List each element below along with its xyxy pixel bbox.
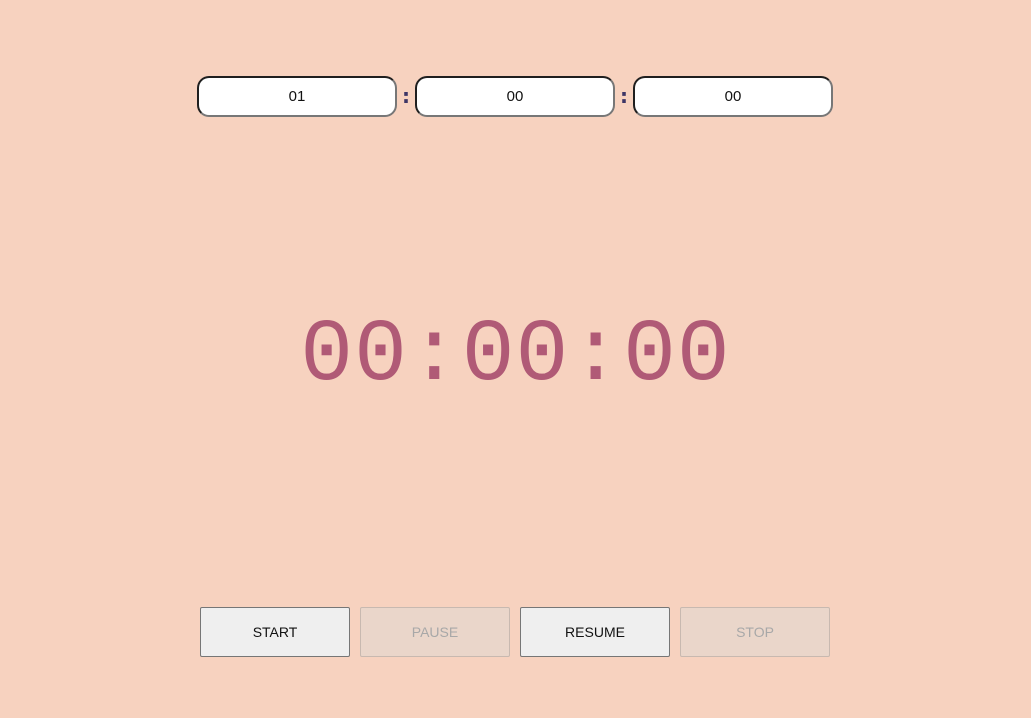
control-buttons: START PAUSE RESUME STOP [200, 607, 830, 657]
countdown-display: 00:00:00 [300, 307, 731, 406]
start-button[interactable]: START [200, 607, 350, 657]
time-separator: : [620, 84, 628, 108]
seconds-input[interactable] [633, 76, 833, 117]
time-inputs-row: : : [197, 76, 833, 117]
stop-button[interactable]: STOP [680, 607, 830, 657]
hours-input[interactable] [197, 76, 397, 117]
resume-button[interactable]: RESUME [520, 607, 670, 657]
pause-button[interactable]: PAUSE [360, 607, 510, 657]
minutes-input[interactable] [415, 76, 615, 117]
time-separator: : [402, 84, 410, 108]
